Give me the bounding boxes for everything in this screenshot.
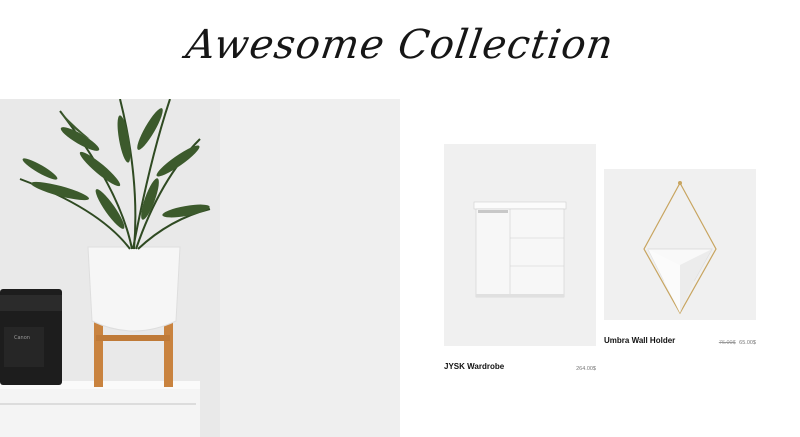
section-header: Awesome Collection <box>0 0 800 98</box>
product-old-price: 76.00$ <box>718 340 736 346</box>
product-card[interactable]: Umbra Wall Holder 76.00$ 65.00$ <box>604 169 756 351</box>
product-name[interactable]: Umbra Wall Holder <box>604 336 675 345</box>
product-current-price: 65.00$ <box>739 340 756 346</box>
product-price: 76.00$ 65.00$ <box>719 340 756 346</box>
hero-image: Canon <box>0 99 400 437</box>
product-name[interactable]: JYSK Wardrobe <box>444 362 504 371</box>
product-card[interactable]: JYSK Wardrobe 264.00$ <box>444 144 596 376</box>
product-price: 264.00$ <box>576 366 596 372</box>
white-cabinet-image-icon <box>444 144 596 346</box>
product-current-price: 264.00$ <box>576 366 596 372</box>
section-title: Awesome Collection <box>183 22 617 68</box>
svg-text:Canon: Canon <box>14 335 30 341</box>
product-image[interactable] <box>604 169 756 320</box>
potted-plant-photo-icon: Canon <box>0 99 400 437</box>
geometric-wall-planter-image-icon <box>604 169 756 320</box>
product-image[interactable] <box>444 144 596 346</box>
